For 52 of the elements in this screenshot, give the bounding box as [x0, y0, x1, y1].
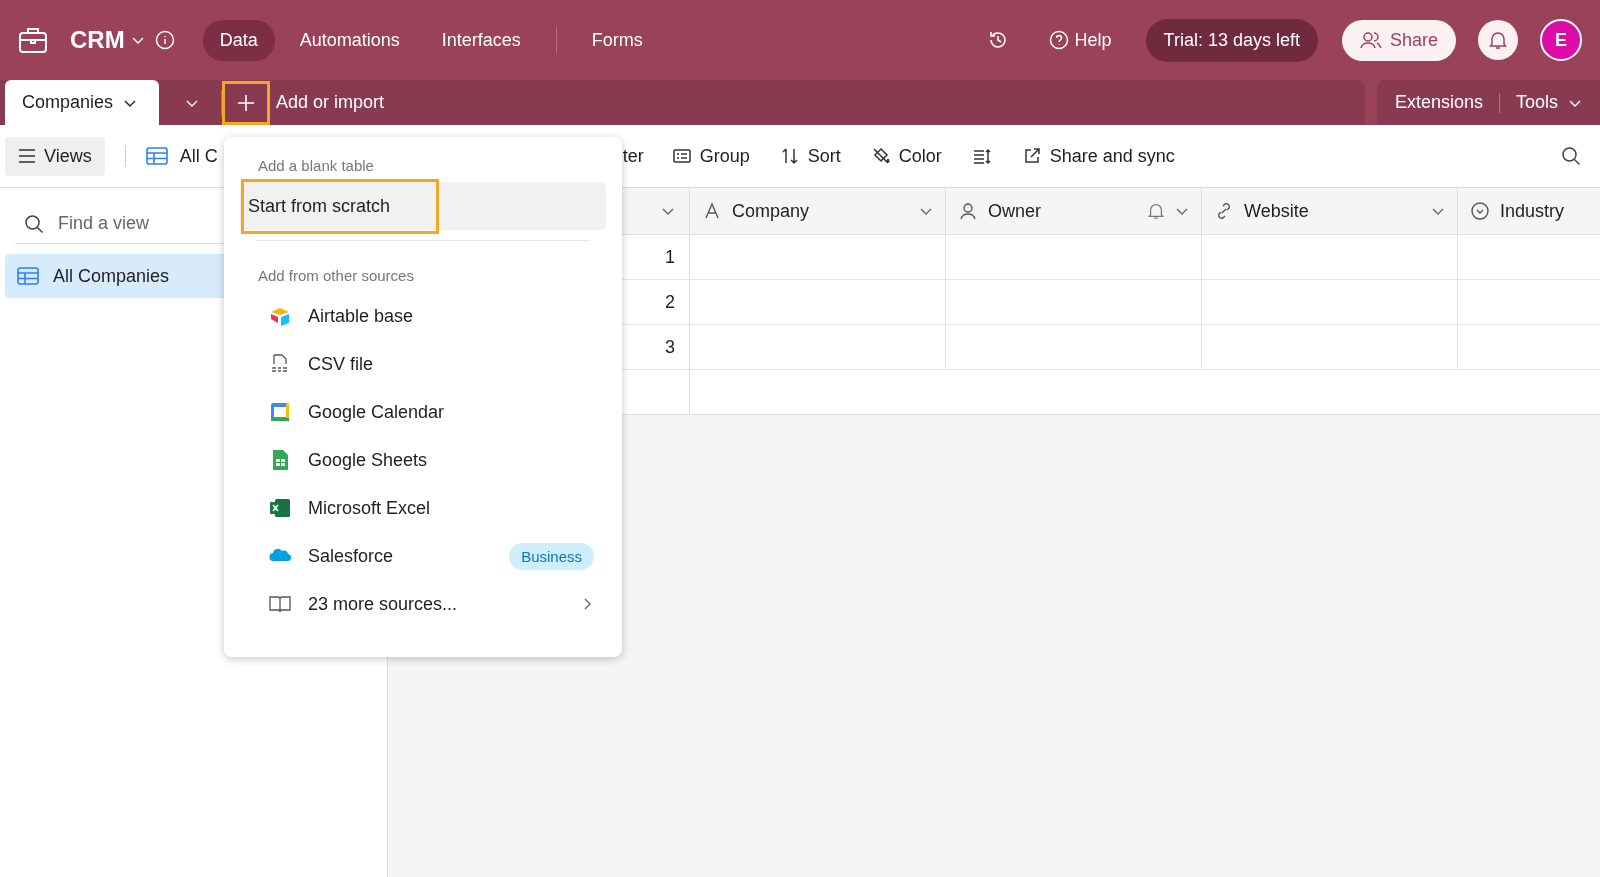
grid-view-icon	[145, 147, 168, 165]
sort-button[interactable]: Sort	[775, 139, 845, 173]
column-header[interactable]: Company	[690, 188, 946, 234]
help-button[interactable]: Help	[1042, 28, 1118, 52]
menu-icon	[18, 148, 36, 164]
tools-button[interactable]: Tools	[1511, 92, 1586, 113]
extensions-button[interactable]: Extensions	[1390, 92, 1487, 113]
color-icon	[870, 146, 891, 166]
nav-tab[interactable]: Automations	[282, 19, 417, 61]
menu-item[interactable]: Microsoft Excel	[240, 484, 606, 532]
people-icon	[1359, 30, 1382, 50]
color-button[interactable]: Color	[866, 139, 946, 173]
text-field-icon	[702, 201, 722, 221]
menu-item[interactable]: Salesforce Business	[240, 532, 606, 580]
column-header[interactable]: Industry	[1458, 188, 1600, 234]
base-name[interactable]: CRM	[70, 26, 125, 54]
calendar-icon	[268, 400, 292, 424]
nav-tab[interactable]: Data	[202, 19, 275, 61]
trial-button[interactable]: Trial: 13 days left	[1145, 18, 1318, 62]
row-height-icon	[971, 146, 992, 166]
briefcase-icon[interactable]	[18, 26, 48, 54]
user-icon	[958, 201, 978, 221]
help-icon	[1048, 30, 1069, 50]
grid-view-icon	[17, 267, 39, 285]
bell-icon[interactable]	[1147, 202, 1165, 220]
info-icon[interactable]	[154, 30, 175, 50]
nav-tab[interactable]: Interfaces	[424, 19, 538, 61]
search-icon	[24, 213, 44, 234]
excel-icon	[268, 496, 292, 520]
nav-tab[interactable]: Forms	[574, 19, 660, 61]
column-header[interactable]: Website	[1202, 188, 1458, 234]
views-button[interactable]: Views	[5, 136, 105, 176]
current-view-button[interactable]: All C	[145, 145, 218, 167]
notifications-button[interactable]	[1478, 20, 1518, 60]
column-header[interactable]: Owner	[946, 188, 1202, 234]
filter-button-label[interactable]: ter	[622, 145, 644, 167]
menu-item[interactable]: Google Sheets	[240, 436, 606, 484]
menu-item[interactable]: 23 more sources...	[240, 580, 606, 628]
add-or-import-button[interactable]: Add or import	[224, 80, 385, 125]
table-tab[interactable]: Companies	[5, 80, 160, 125]
user-avatar[interactable]: E	[1540, 19, 1582, 61]
dropdown-field-icon	[1470, 201, 1490, 221]
share-button[interactable]: Share	[1341, 19, 1456, 61]
bell-icon	[1488, 30, 1508, 50]
menu-heading: Add a blank table	[257, 156, 375, 176]
group-button[interactable]: Group	[667, 139, 754, 173]
menu-item[interactable]: Google Calendar	[240, 388, 606, 436]
share-button[interactable]: Share and sync	[1017, 139, 1179, 173]
search-icon[interactable]	[1561, 146, 1581, 166]
plus-icon	[237, 93, 256, 112]
group-icon	[671, 146, 692, 166]
plan-badge: Business	[509, 542, 594, 570]
